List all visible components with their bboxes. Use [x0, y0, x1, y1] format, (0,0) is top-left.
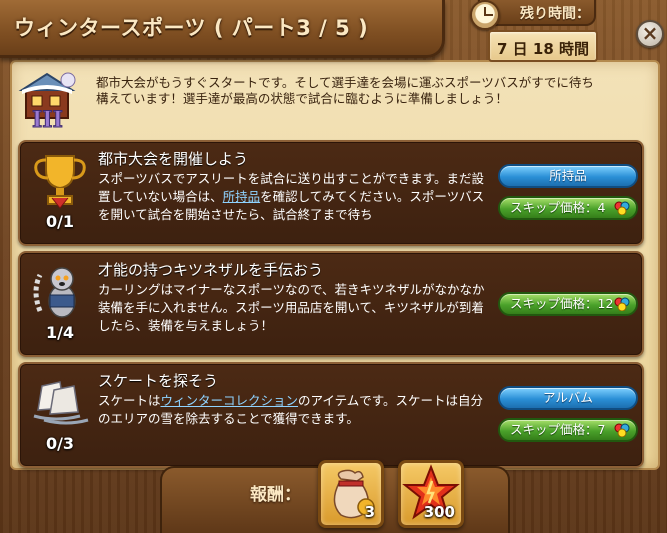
quest-title: 才能の持つキツネザルを手伝おう — [98, 261, 324, 279]
quest-progress: 1/4 — [45, 323, 75, 342]
trophy-icon — [30, 150, 90, 212]
close-icon: × — [641, 21, 659, 45]
winter-collection-link[interactable]: ウィンターコレクション — [161, 393, 299, 408]
timer-label: 残り時間： — [520, 6, 590, 22]
title-banner: ウィンタースポーツ ( パート3 / 5 ) — [0, 0, 445, 58]
gem-icon — [614, 423, 630, 437]
skip-button[interactable]: スキップ価格：7 — [498, 418, 638, 442]
page-title: ウィンタースポーツ ( パート3 / 5 ) — [14, 16, 369, 40]
quest-progress: 0/3 — [45, 434, 75, 453]
quest-panel-find-skates: 0/3 スケートを探そう スケートはウィンターコレクションのアイテムです。スケー… — [18, 362, 644, 468]
clock-icon — [470, 0, 500, 30]
quest-description-text: スケートは — [98, 393, 161, 408]
timer-value-box: 7 日 18 時間 — [488, 30, 598, 62]
timer: 残り時間： 7 日 18 時間 — [470, 0, 620, 66]
quest-description: カーリングはマイナーなスポーツなので、若きキツネザルがなかなか装備を手に入れませ… — [98, 282, 485, 333]
skip-button-label: スキップ価格：4 — [510, 200, 606, 215]
svg-text:III: III — [32, 107, 63, 130]
skip-button[interactable]: スキップ価格：4 — [498, 196, 638, 220]
skip-button-label: スキップ価格：7 — [510, 422, 606, 437]
quest-title: 都市大会を開催しよう — [98, 150, 249, 168]
album-button[interactable]: アルバム — [498, 386, 638, 410]
skates-icon — [30, 372, 90, 434]
inventory-link[interactable]: 所持品 — [223, 189, 261, 204]
inventory-button[interactable]: 所持品 — [498, 164, 638, 188]
timer-value: 7 日 18 時間 — [497, 40, 589, 58]
gem-icon — [614, 297, 630, 311]
skip-button-label: スキップ価格：12 — [510, 296, 614, 311]
reward-count: 300 — [423, 503, 455, 521]
reward-slot[interactable]: 3 — [318, 460, 384, 528]
intro-text: 都市大会がもうすぐスタートです。そして選手達を会場に運ぶスポーツバスがすでに待ち… — [96, 75, 594, 106]
lemur-icon — [30, 261, 90, 323]
quest-description: スケートはウィンターコレクションのアイテムです。スケートは自分のエリアの雪を除去… — [98, 392, 493, 428]
skip-button[interactable]: スキップ価格：12 — [498, 292, 638, 316]
reward-label: 報酬： — [250, 485, 301, 505]
snow-building-icon: III — [18, 70, 88, 134]
close-button[interactable]: × — [636, 20, 664, 48]
quest-title: スケートを探そう — [98, 372, 219, 390]
reward-count: 3 — [364, 503, 375, 521]
quest-panel-host-tournament: 0/1 都市大会を開催しよう スポーツバスでアスリートを試合に送り出すことができ… — [18, 140, 644, 246]
reward-slot[interactable]: 300 — [398, 460, 464, 528]
quest-progress: 0/1 — [45, 212, 75, 231]
quest-description: スポーツバスでアスリートを試合に送り出すことができます。まだ設置していない場合は… — [98, 170, 493, 224]
gem-icon — [614, 201, 630, 215]
quest-panel-help-lemur: 1/4 才能の持つキツネザルを手伝おう カーリングはマイナーなスポーツなので、若… — [18, 251, 644, 357]
